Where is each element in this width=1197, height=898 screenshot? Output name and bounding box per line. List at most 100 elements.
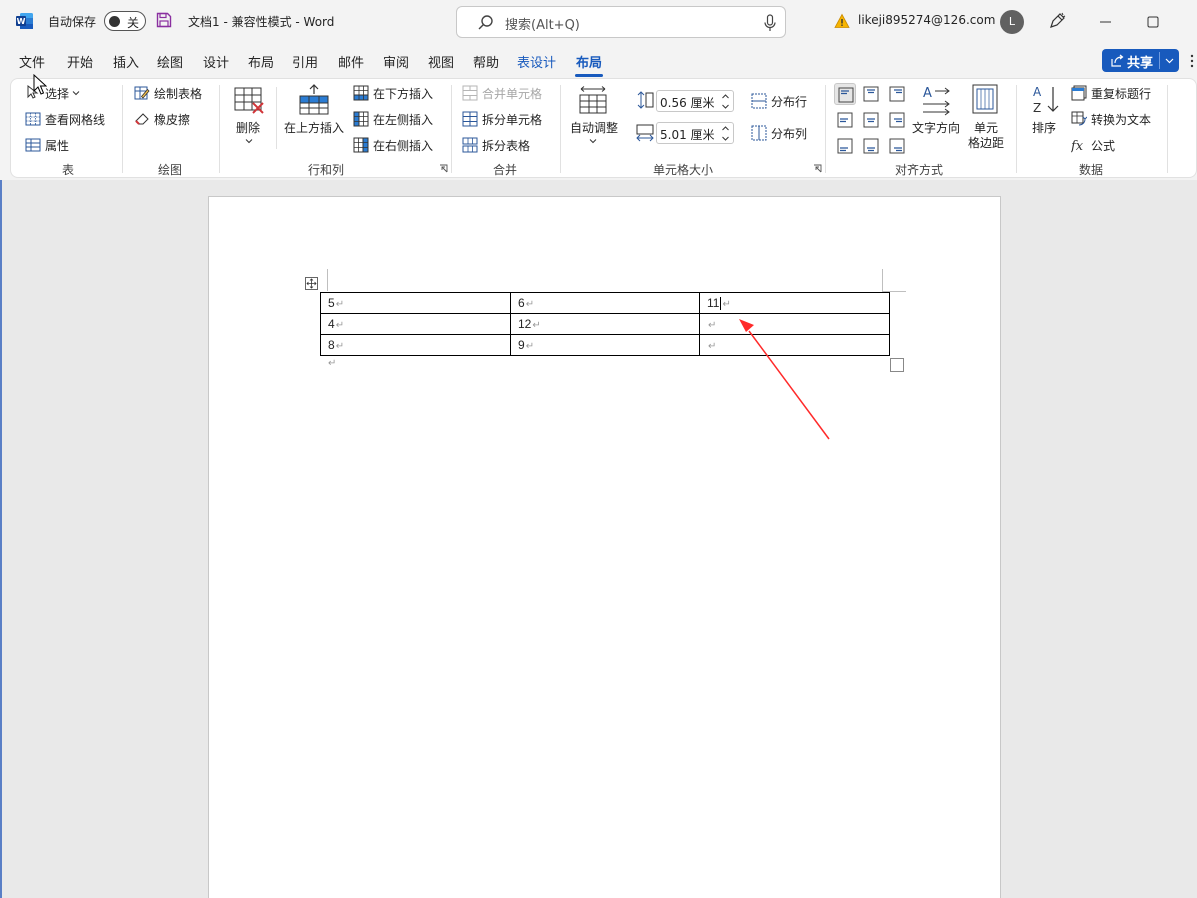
row-height-icon: [637, 91, 654, 109]
table-cell[interactable]: ↵: [699, 313, 890, 335]
delete-button[interactable]: 删除: [236, 119, 260, 136]
properties-button[interactable]: 属性: [45, 137, 69, 154]
dialog-launcher-icon[interactable]: [439, 164, 448, 173]
autosave-toggle[interactable]: 关: [104, 11, 146, 31]
svg-text:A: A: [1033, 85, 1042, 99]
table-cell[interactable]: ↵: [699, 334, 890, 356]
align-top-center-button[interactable]: [860, 83, 882, 105]
maximize-icon[interactable]: [1143, 12, 1163, 32]
cell-end-mark: ↵: [532, 320, 541, 331]
cell-text: 9: [518, 338, 525, 352]
split-cells-icon: [462, 111, 478, 127]
split-table-button[interactable]: 拆分表格: [482, 137, 530, 154]
dialog-launcher-icon[interactable]: [813, 164, 822, 173]
repeat-header-button[interactable]: 重复标题行: [1091, 85, 1151, 102]
group-divider: [219, 85, 220, 173]
document-page[interactable]: 5↵ 6↵ 11 ↵ 4↵ 12↵ ↵ 8↵ 9↵ ↵ ↵: [208, 196, 1001, 898]
share-button[interactable]: 共享: [1102, 49, 1179, 72]
table-cell[interactable]: 6↵: [510, 292, 700, 314]
row-height-input[interactable]: 0.56 厘米: [656, 90, 734, 112]
tab-insert[interactable]: 插入: [113, 52, 139, 71]
chevron-up-icon[interactable]: [721, 124, 730, 133]
save-icon[interactable]: [156, 12, 172, 28]
select-button[interactable]: 选择: [45, 85, 69, 102]
group-label-cell-size: 单元格大小: [652, 163, 714, 177]
column-width-input[interactable]: 5.01 厘米: [656, 122, 734, 144]
designer-pen-icon[interactable]: [1048, 12, 1066, 30]
insert-right-button[interactable]: 在右侧插入: [373, 137, 433, 154]
align-bottom-left-button[interactable]: [834, 135, 856, 157]
table-cell[interactable]: 5↵: [320, 292, 511, 314]
distribute-rows-button[interactable]: 分布行: [771, 93, 807, 110]
text-direction-button[interactable]: 文字方向: [912, 119, 960, 136]
insert-above-button[interactable]: 在上方插入: [284, 119, 344, 136]
chevron-down-icon[interactable]: [72, 89, 80, 97]
minimize-icon[interactable]: [1096, 12, 1116, 32]
table-cell[interactable]: 12↵: [510, 313, 700, 335]
sort-button[interactable]: 排序: [1032, 119, 1056, 136]
tab-review[interactable]: 审阅: [383, 52, 409, 71]
insert-left-button[interactable]: 在左侧插入: [373, 111, 433, 128]
align-middle-left-button[interactable]: [834, 109, 856, 131]
title-bar: W 自动保存 关 文档1 - 兼容性模式 - Word 搜索(Alt+Q) li…: [0, 0, 1197, 44]
column-width-value: 5.01 厘米: [660, 128, 715, 142]
align-middle-right-button[interactable]: [886, 109, 908, 131]
align-top-right-button[interactable]: [886, 83, 908, 105]
insert-below-button[interactable]: 在下方插入: [373, 85, 433, 102]
chevron-down-icon[interactable]: [245, 137, 253, 145]
table-cell[interactable]: 11 ↵: [699, 292, 890, 314]
view-gridlines-button[interactable]: 查看网格线: [45, 111, 105, 128]
tab-mailings[interactable]: 邮件: [338, 52, 364, 71]
split-table-icon: [462, 137, 478, 153]
chevron-down-icon[interactable]: [1164, 55, 1175, 66]
cell-end-mark: ↵: [525, 341, 535, 352]
group-label-rows-columns: 行和列: [307, 163, 345, 177]
cell-margins-label-2[interactable]: 格边距: [968, 134, 1004, 151]
tab-table-layout[interactable]: 布局: [574, 52, 604, 77]
chevron-up-icon[interactable]: [721, 92, 730, 101]
draw-table-button[interactable]: 绘制表格: [154, 85, 202, 102]
document-table[interactable]: 5↵ 6↵ 11 ↵ 4↵ 12↵ ↵ 8↵ 9↵ ↵: [320, 292, 890, 356]
tab-draw[interactable]: 绘图: [157, 52, 183, 71]
group-divider: [451, 85, 452, 173]
tab-design[interactable]: 设计: [203, 52, 229, 71]
table-move-handle[interactable]: [305, 277, 318, 290]
tab-page-layout[interactable]: 布局: [248, 52, 274, 71]
chevron-down-icon[interactable]: [721, 134, 730, 143]
distribute-columns-button[interactable]: 分布列: [771, 125, 807, 142]
tab-home[interactable]: 开始: [67, 52, 93, 71]
merge-cells-button[interactable]: 合并单元格: [482, 85, 542, 102]
chevron-down-icon[interactable]: [589, 137, 597, 145]
align-bottom-center-button[interactable]: [860, 135, 882, 157]
align-top-left-button[interactable]: [834, 83, 856, 105]
table-row: 4↵ 12↵ ↵: [320, 313, 890, 335]
search-icon: [478, 15, 493, 30]
align-bottom-right-icon: [889, 138, 905, 154]
tab-file[interactable]: 文件: [19, 52, 45, 71]
tab-table-design[interactable]: 表设计: [517, 52, 556, 71]
mouse-pointer-icon: [33, 74, 47, 95]
table-cell[interactable]: 4↵: [320, 313, 511, 335]
split-cells-button[interactable]: 拆分单元格: [482, 111, 542, 128]
chevron-down-icon[interactable]: [721, 102, 730, 111]
avatar[interactable]: L: [1000, 10, 1024, 34]
move-icon: [306, 278, 317, 289]
warning-icon: [834, 13, 850, 28]
table-cell[interactable]: 9↵: [510, 334, 700, 356]
autofit-button[interactable]: 自动调整: [570, 119, 618, 136]
align-bottom-right-button[interactable]: [886, 135, 908, 157]
formula-button[interactable]: 公式: [1091, 137, 1115, 154]
tab-help[interactable]: 帮助: [473, 52, 499, 71]
account-email[interactable]: likeji895274@126.com: [858, 13, 995, 27]
svg-text:Z: Z: [1033, 101, 1041, 115]
tab-references[interactable]: 引用: [292, 52, 318, 71]
align-middle-center-button[interactable]: [860, 109, 882, 131]
convert-to-text-button[interactable]: 转换为文本: [1091, 111, 1151, 128]
more-options-icon[interactable]: [1187, 54, 1197, 68]
tab-view[interactable]: 视图: [428, 52, 454, 71]
search-box[interactable]: 搜索(Alt+Q): [456, 6, 786, 38]
table-cell[interactable]: 8↵: [320, 334, 511, 356]
microphone-icon[interactable]: [763, 14, 777, 32]
table-resize-handle[interactable]: [890, 358, 904, 372]
eraser-button[interactable]: 橡皮擦: [154, 111, 190, 128]
